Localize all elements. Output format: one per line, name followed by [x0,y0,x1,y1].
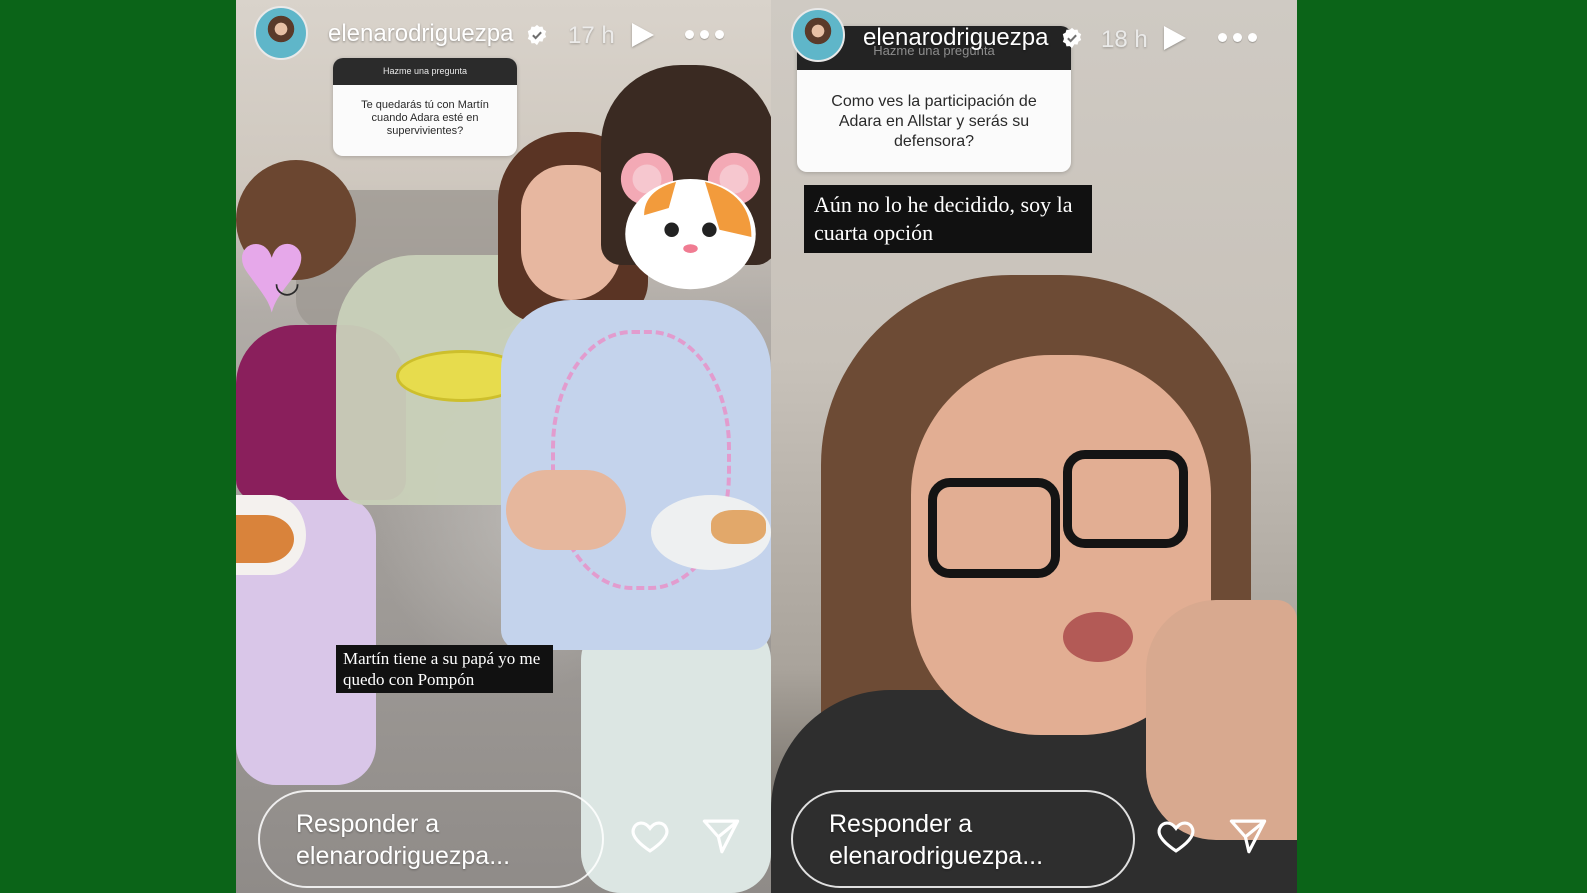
username[interactable]: elenarodriguezpa [328,20,513,48]
send-icon[interactable] [699,815,743,857]
post-time: 17 h [568,22,615,49]
send-icon[interactable] [1226,815,1270,857]
answer-caption: Aún no lo he decidido, soy la cuarta opc… [804,185,1092,253]
smile-face-icon: ◡ [274,266,301,299]
child-arm [506,470,626,550]
more-icon[interactable] [685,30,724,39]
story-panel-2[interactable]: Hazme una pregunta Como ves la participa… [771,0,1297,893]
reply-input[interactable]: Responder a elenarodriguezpa... [791,790,1135,888]
glasses-left-lens [928,478,1060,578]
post-time: 18 h [1101,26,1148,53]
reply-placeholder-line1: Responder a [829,810,973,838]
story-header: elenarodriguezpa 18 h [771,0,1297,80]
username[interactable]: elenarodriguezpa [863,24,1048,52]
avatar[interactable] [791,8,845,62]
heart-icon[interactable] [628,815,672,857]
reply-input[interactable]: Responder a elenarodriguezpa... [258,790,604,888]
story-panel-1[interactable]: ♥ ◡ elenarodriguezpa 17 h Hazme una preg… [236,0,771,893]
reply-placeholder-line2: elenarodriguezpa... [829,842,1044,870]
hand [1146,600,1297,840]
play-icon[interactable] [632,23,654,47]
hamster-emoji-sticker [620,152,761,290]
question-text: Como ves la participación de Adara en Al… [831,93,1037,150]
answer-caption: Martín tiene a su papá yo me quedo con P… [336,645,553,693]
glasses-right-lens [1063,450,1188,548]
question-text: Te quedarás tú con Martín cuando Adara e… [361,99,489,137]
reply-placeholder-line1: Responder a [296,810,440,838]
verified-badge-icon [1062,27,1082,49]
play-icon[interactable] [1164,26,1186,50]
verified-badge-icon [527,24,547,46]
question-sticker: Hazme una pregunta Te quedarás tú con Ma… [333,58,517,156]
heart-icon[interactable] [1154,815,1198,857]
reply-placeholder-line2: elenarodriguezpa... [296,842,511,870]
more-icon[interactable] [1218,33,1257,42]
pizza-slice [711,510,766,544]
lips [1063,612,1133,662]
question-sticker-header: Hazme una pregunta [333,58,517,85]
avatar[interactable] [254,6,308,60]
pasta [236,515,294,563]
